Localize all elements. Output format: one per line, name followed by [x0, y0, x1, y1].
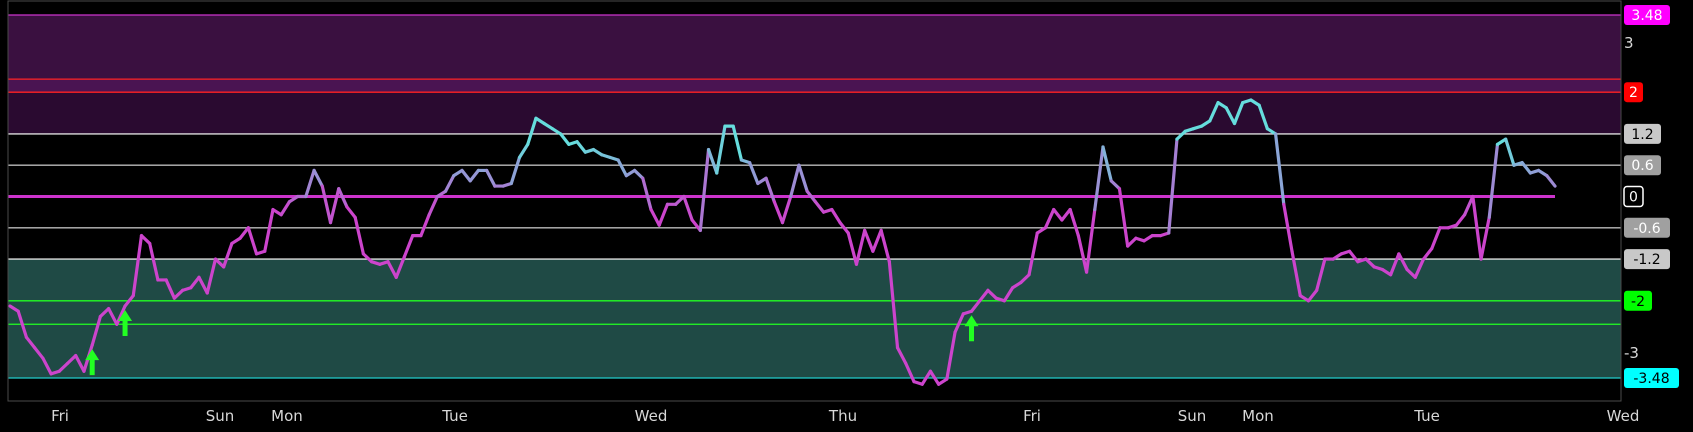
y-badge-label: 0	[1629, 190, 1638, 206]
y-badge-label: -0.6	[1633, 221, 1660, 237]
x-tick-label: Sun	[1178, 407, 1207, 425]
x-tick-label: Mon	[1242, 407, 1274, 425]
y-tick-label: 3	[1624, 34, 1634, 52]
zone-band-3	[8, 259, 1621, 378]
zone-band-0	[8, 15, 1621, 80]
x-tick-label: Tue	[1413, 407, 1440, 425]
x-tick-label: Mon	[271, 407, 303, 425]
x-tick-label: Thu	[828, 407, 857, 425]
y-badge-label: -1.2	[1633, 252, 1660, 268]
x-tick-label: Fri	[51, 407, 69, 425]
y-badge-label: 1.2	[1631, 127, 1653, 143]
y-badge-label: -3.48	[1633, 371, 1669, 387]
x-tick-label: Sun	[206, 407, 235, 425]
zone-band-2	[8, 79, 1621, 93]
y-badge-label: 3.48	[1631, 8, 1662, 24]
x-tick-label: Wed	[635, 407, 668, 425]
y-tick-label: -3	[1624, 344, 1639, 362]
x-tick-label: Wed	[1607, 407, 1640, 425]
y-badge-label: -2	[1631, 294, 1645, 310]
x-tick-label: Fri	[1023, 407, 1041, 425]
x-tick-label: Tue	[441, 407, 468, 425]
y-badge-label: 0.6	[1631, 158, 1653, 174]
oscillator-chart: Fri Sun Mon Tue Wed Thu Fri Sun Mon Tue Wed 3 -3 3.4…	[0, 0, 1693, 432]
y-badge-label: 2	[1629, 85, 1638, 101]
